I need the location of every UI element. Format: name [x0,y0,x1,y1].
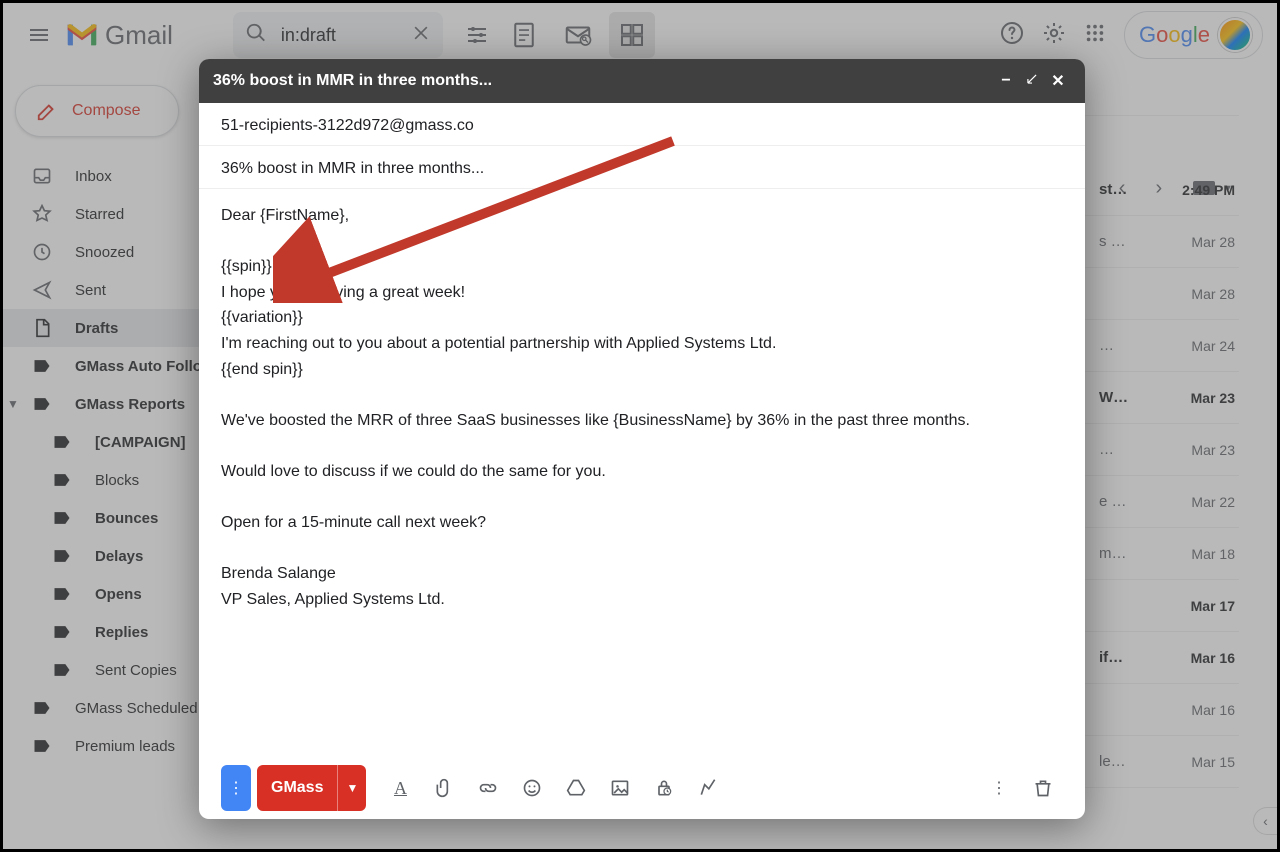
popout-icon[interactable] [1019,72,1045,91]
label-icon [51,621,73,643]
drive-icon[interactable] [556,768,596,808]
minimize-icon[interactable]: − [993,72,1019,90]
gmass-send-button[interactable]: GMass ▼ [257,765,366,811]
avatar[interactable] [1218,18,1252,52]
account-switcher[interactable]: Google [1124,11,1263,59]
clock-icon [31,241,53,263]
gmail-logo[interactable]: Gmail [65,20,173,51]
compose-dialog: 36% boost in MMR in three months... − ✕ … [199,59,1085,819]
emoji-icon[interactable] [512,768,552,808]
format-text-icon[interactable]: A [380,768,420,808]
support-icon[interactable] [1000,21,1024,50]
search-options-icon[interactable] [465,23,489,47]
label-icon [51,507,73,529]
close-icon[interactable]: ✕ [1045,71,1071,91]
settings-icon[interactable] [1042,21,1066,50]
main-menu-icon[interactable] [27,23,51,47]
discard-icon[interactable] [1023,768,1063,808]
label-icon [51,583,73,605]
label-icon [31,735,53,757]
compose-button[interactable]: Compose [15,85,179,137]
dialog-title: 36% boost in MMR in three months... [213,72,993,90]
clear-search-icon[interactable] [411,23,431,48]
apps-icon[interactable] [1084,22,1106,49]
star-icon [31,203,53,225]
label-icon [51,431,73,453]
compose-label: Compose [72,102,140,120]
message-body[interactable]: Dear {FirstName}, {{spin}}I hope you're … [199,189,1085,757]
confidential-icon[interactable] [644,768,684,808]
label-icon [31,697,53,719]
attach-icon[interactable] [424,768,464,808]
label-icon [51,545,73,567]
side-panel-toggle[interactable]: ‹ [1253,807,1277,835]
label-icon [31,355,53,377]
expand-caret-icon[interactable]: ▼ [3,397,23,411]
label-icon [51,659,73,681]
verify-email-icon[interactable] [555,12,601,58]
send-options-button[interactable]: ⋮ [221,765,251,811]
app-header: Gmail in:draft Google [3,3,1277,67]
sent-icon [31,279,53,301]
signature-icon[interactable] [688,768,728,808]
subject-field[interactable]: 36% boost in MMR in three months... [199,146,1085,189]
gmail-label: Gmail [105,20,173,51]
search-bar[interactable]: in:draft [233,12,443,58]
search-icon[interactable] [245,22,267,49]
link-icon[interactable] [468,768,508,808]
gmass-dropdown-icon[interactable]: ▼ [338,781,366,795]
drafts-icon [31,317,53,339]
inbox-icon [31,165,53,187]
to-field[interactable]: 51-recipients-3122d972@gmass.co [199,103,1085,146]
more-options-icon[interactable]: ⋮ [979,768,1019,808]
dialog-titlebar[interactable]: 36% boost in MMR in three months... − ✕ [199,59,1085,103]
sheet-connect-icon[interactable] [501,12,547,58]
image-icon[interactable] [600,768,640,808]
search-input[interactable]: in:draft [281,25,411,46]
multi-send-icon[interactable] [609,12,655,58]
label-icon [51,469,73,491]
label-icon [31,393,53,415]
dialog-toolbar: ⋮ GMass ▼ A ⋮ [199,757,1085,819]
